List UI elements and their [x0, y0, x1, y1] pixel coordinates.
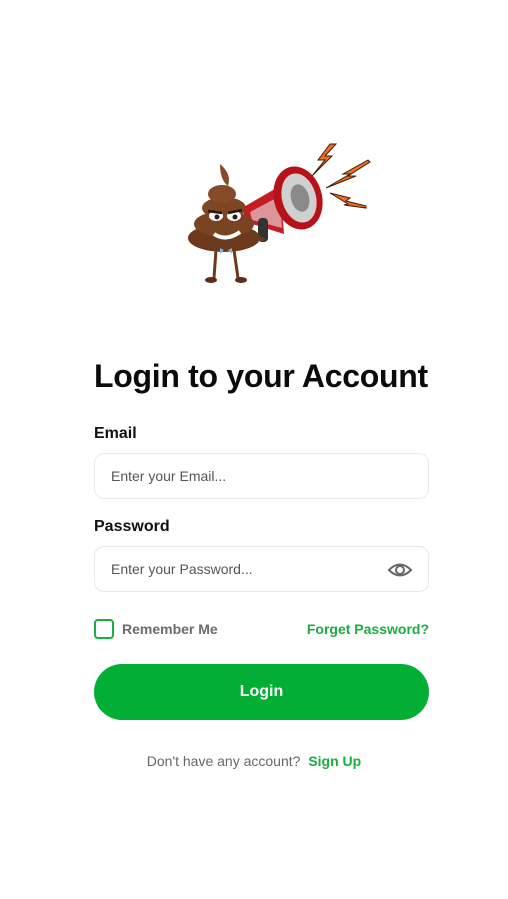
remember-me-checkbox[interactable] — [94, 619, 114, 639]
password-input[interactable] — [111, 547, 371, 591]
email-input[interactable] — [111, 454, 371, 498]
eye-icon[interactable] — [388, 559, 412, 581]
forgot-password-link[interactable]: Forget Password? — [307, 621, 429, 637]
remember-me-label: Remember Me — [122, 621, 218, 637]
email-label: Email — [94, 425, 137, 442]
remember-me-toggle[interactable]: Remember Me — [94, 619, 218, 639]
email-field-container — [94, 453, 429, 499]
signup-prompt: Don't have any account? — [146, 753, 301, 769]
signup-row: Don't have any account? Sign Up — [0, 753, 508, 769]
page-title: Login to your Account — [94, 358, 428, 394]
poop-character — [188, 164, 266, 283]
poop-mascot-illustration — [188, 143, 371, 283]
megaphone-icon — [242, 166, 323, 242]
login-button[interactable]: Login — [94, 664, 429, 720]
password-label: Password — [94, 518, 170, 535]
password-field-container — [94, 546, 429, 592]
signup-link[interactable]: Sign Up — [308, 753, 361, 769]
